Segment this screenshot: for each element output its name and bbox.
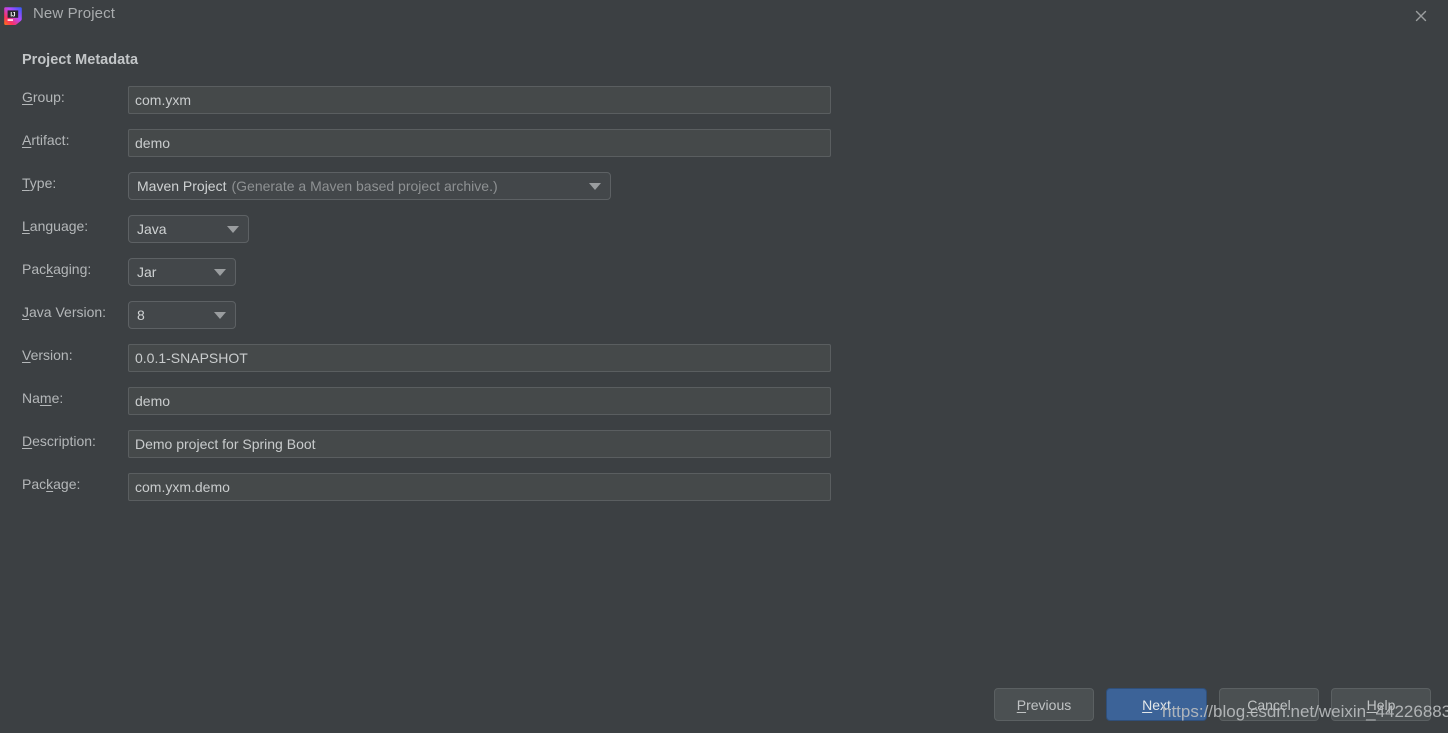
form-row-project-name: Name: demo xyxy=(0,387,900,415)
chevron-down-icon[interactable] xyxy=(227,225,239,233)
artifact-input[interactable]: demo xyxy=(128,129,831,157)
version-label-post: ersion: xyxy=(30,347,73,363)
previous-button[interactable]: Previous xyxy=(994,688,1094,721)
window-title: New Project xyxy=(33,5,115,22)
artifact-label-mnemonic: A xyxy=(22,132,32,148)
packaging-combobox[interactable]: Jar xyxy=(128,258,236,286)
svg-text:IJ: IJ xyxy=(10,11,16,18)
language-label-post: anguage: xyxy=(29,218,89,234)
group-label: Group: xyxy=(22,89,65,105)
type-label-mnemonic: T xyxy=(22,175,30,191)
dialog-button-bar: Previous Next Cancel Help xyxy=(0,688,1448,733)
form-row-package: Package: com.yxm.demo xyxy=(0,473,900,501)
form-row-language: Language: Java xyxy=(0,215,900,243)
description-label-mnemonic: D xyxy=(22,433,33,449)
package-label-post: age: xyxy=(53,476,81,492)
title-bar: IJ New Project xyxy=(0,0,1448,32)
packaging-label-post: aging: xyxy=(53,261,92,277)
packaging-selected-value: Jar xyxy=(137,264,157,280)
packaging-label: Packaging: xyxy=(22,261,91,277)
form-row-type: Type: Maven Project (Generate a Maven base… xyxy=(0,172,900,200)
java-version-label-post: ava Version: xyxy=(29,304,107,320)
section-heading: Project Metadata xyxy=(22,52,139,68)
package-label-pre: Pac xyxy=(22,476,47,492)
type-selected-value: Maven Project xyxy=(137,178,227,194)
form-row-artifact: Artifact: demo xyxy=(0,129,900,157)
project-name-label-mnemonic: m xyxy=(39,390,52,406)
language-label-mnemonic: L xyxy=(22,218,30,234)
form-row-version: Version: 0.0.1-SNAPSHOT xyxy=(0,344,900,372)
type-label: Type: xyxy=(22,175,56,191)
form-row-description: Description: Demo project for Spring Boot xyxy=(0,430,900,458)
description-label-post: escription: xyxy=(32,433,96,449)
help-button[interactable]: Help xyxy=(1331,688,1431,721)
project-metadata-form: Group: com.yxm Artifact: demo Type: Maven Pro… xyxy=(0,86,900,516)
chevron-down-icon[interactable] xyxy=(214,268,226,276)
form-row-java-version: Java Version: 8 xyxy=(0,301,900,329)
chevron-down-icon[interactable] xyxy=(589,182,601,190)
language-label: Language: xyxy=(22,218,88,234)
package-label: Package: xyxy=(22,476,80,492)
project-name-label: Name: xyxy=(22,390,63,406)
artifact-label: Artifact: xyxy=(22,132,69,148)
java-version-combobox[interactable]: 8 xyxy=(128,301,236,329)
group-label-mnemonic: G xyxy=(22,89,33,105)
project-name-label-post: e: xyxy=(51,390,64,406)
next-button[interactable]: Next xyxy=(1106,688,1207,721)
type-description: (Generate a Maven based project archive.… xyxy=(231,178,498,194)
artifact-label-post: rtifact: xyxy=(31,132,70,148)
type-label-post: ype: xyxy=(29,175,57,191)
form-row-packaging: Packaging: Jar xyxy=(0,258,900,286)
description-input[interactable]: Demo project for Spring Boot xyxy=(128,430,831,458)
java-version-label-mnemonic: J xyxy=(22,304,29,320)
previous-button-label: Previous xyxy=(1016,696,1072,713)
chevron-down-icon[interactable] xyxy=(214,311,226,319)
version-label-mnemonic: V xyxy=(22,347,31,363)
group-input[interactable]: com.yxm xyxy=(128,86,831,114)
group-label-post: roup: xyxy=(32,89,65,105)
java-version-label: Java Version: xyxy=(22,304,106,320)
form-row-group: Group: com.yxm xyxy=(0,86,900,114)
version-input[interactable]: 0.0.1-SNAPSHOT xyxy=(128,344,831,372)
language-selected-value: Java xyxy=(137,221,167,237)
description-label: Description: xyxy=(22,433,96,449)
project-name-label-pre: Na xyxy=(22,390,40,406)
java-version-selected-value: 8 xyxy=(137,307,145,323)
project-name-input[interactable]: demo xyxy=(128,387,831,415)
package-input[interactable]: com.yxm.demo xyxy=(128,473,831,501)
close-icon[interactable] xyxy=(1410,5,1432,27)
next-button-label: Next xyxy=(1142,696,1171,713)
cancel-button-label: Cancel xyxy=(1247,696,1291,713)
version-label: Version: xyxy=(22,347,73,363)
packaging-label-pre: Pac xyxy=(22,261,47,277)
language-combobox[interactable]: Java xyxy=(128,215,249,243)
intellij-idea-logo-icon: IJ xyxy=(3,6,23,26)
type-combobox[interactable]: Maven Project (Generate a Maven based pro… xyxy=(128,172,611,200)
help-button-label: Help xyxy=(1366,696,1396,713)
cancel-button[interactable]: Cancel xyxy=(1219,688,1319,721)
